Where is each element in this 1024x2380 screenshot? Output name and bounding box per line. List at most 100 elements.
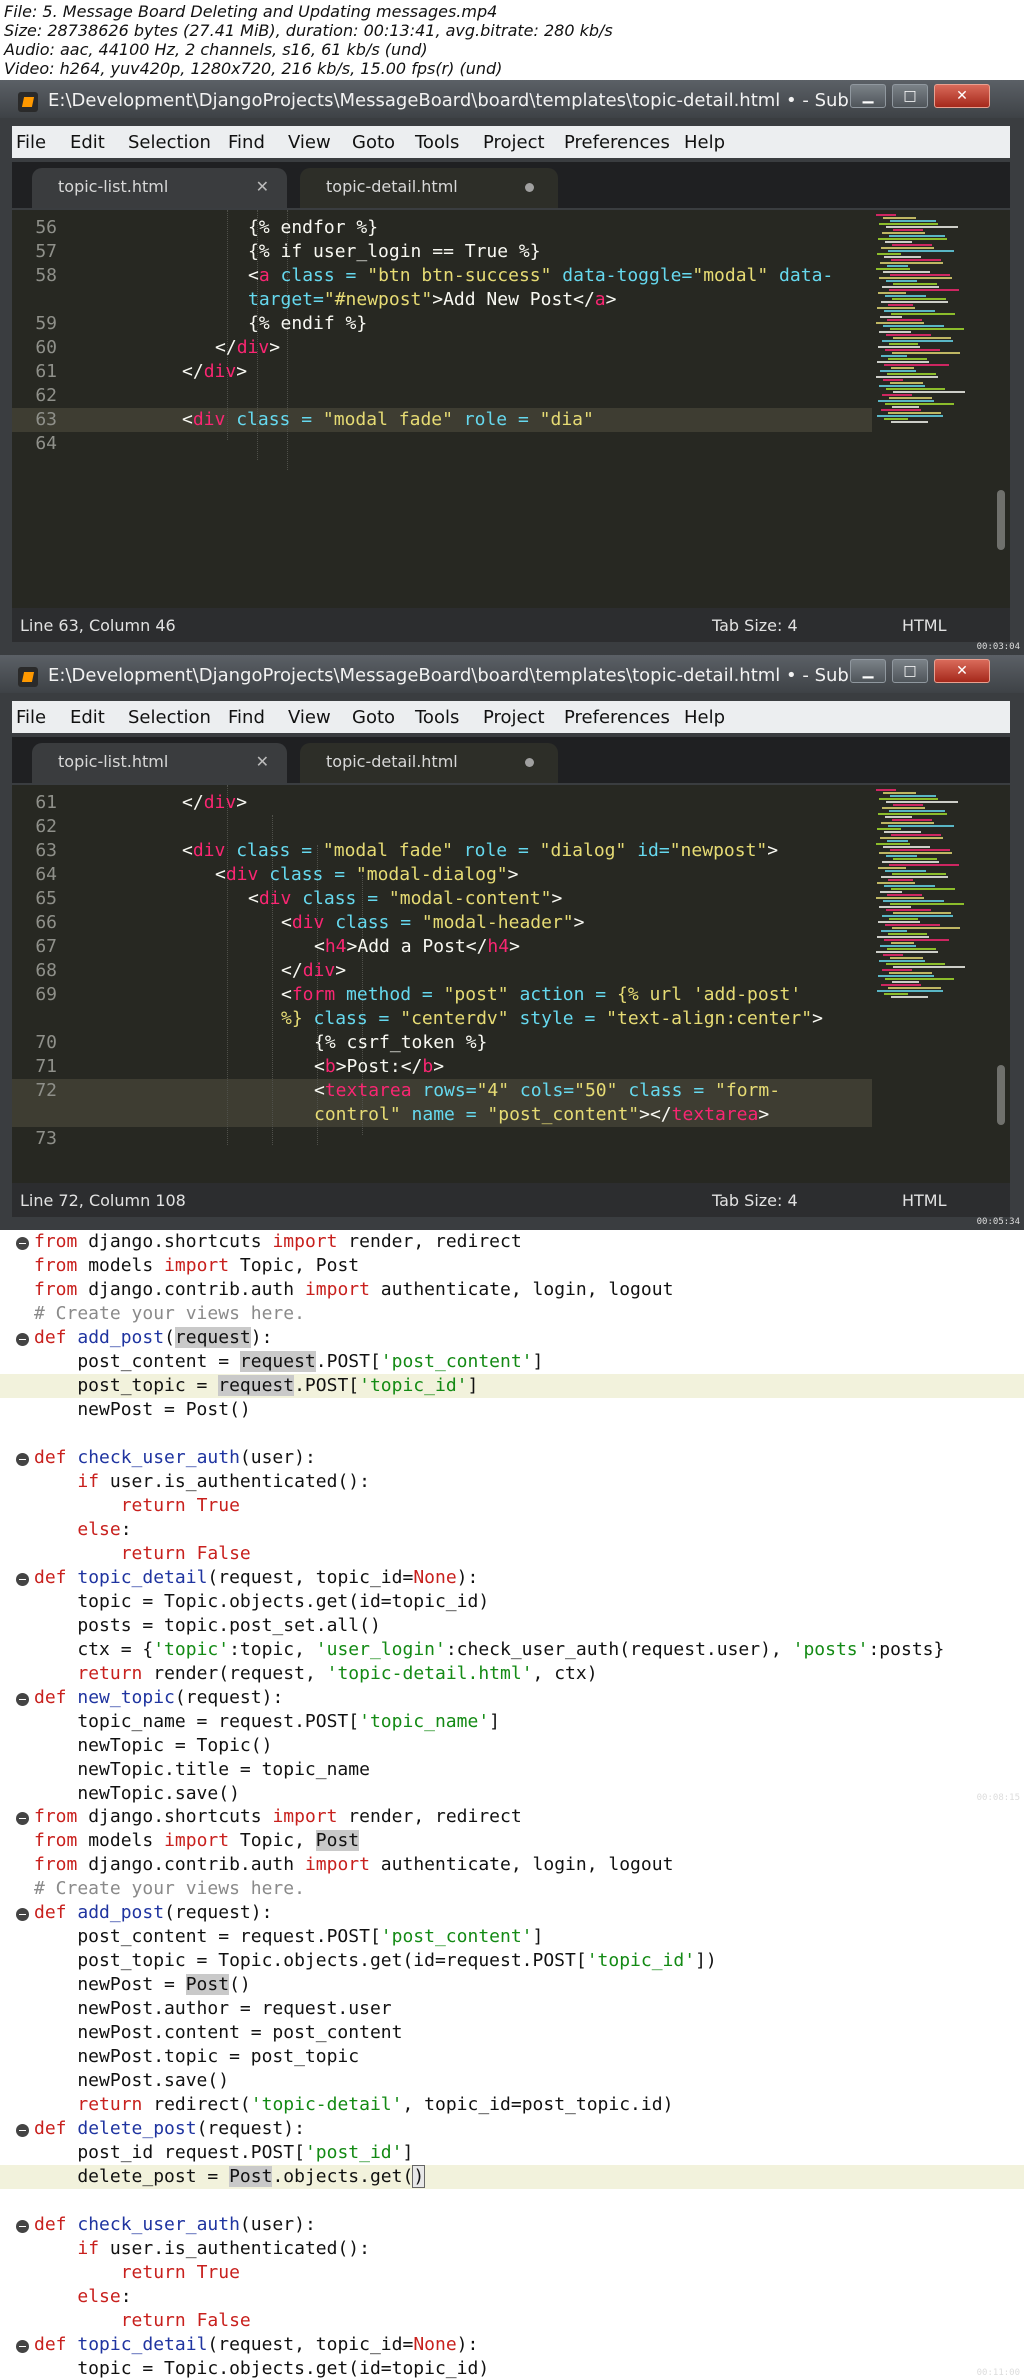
- minimap-line: [887, 840, 908, 842]
- vertical-scrollbar[interactable]: [997, 1065, 1005, 1125]
- menu-file[interactable]: File: [16, 707, 46, 728]
- fold-toggle-icon[interactable]: [16, 1453, 29, 1466]
- code-token: import: [164, 1830, 230, 1851]
- code-line: ctx = {'topic':topic, 'user_login':check…: [0, 1638, 1024, 1662]
- code-line: return redirect('topic-detail', topic_id…: [0, 2093, 1024, 2117]
- code-token: </: [182, 361, 204, 382]
- fold-toggle-icon[interactable]: [16, 2220, 29, 2233]
- tab-size-selector[interactable]: Tab Size: 4: [712, 616, 798, 635]
- maximize-button[interactable]: □: [892, 659, 928, 683]
- fold-toggle-icon[interactable]: [16, 1812, 29, 1825]
- code-token: ]: [489, 1711, 500, 1732]
- unsaved-dot-icon[interactable]: [525, 183, 534, 192]
- minimap[interactable]: [872, 210, 992, 608]
- fold-toggle-icon[interactable]: [16, 2340, 29, 2353]
- minimap-line: [881, 930, 907, 932]
- code-text: def add_post(request):: [34, 1326, 272, 1350]
- vertical-scrollbar[interactable]: [997, 490, 1005, 550]
- tab-label: topic-detail.html: [326, 752, 458, 771]
- menu-edit[interactable]: Edit: [70, 707, 105, 728]
- minimap-line: [877, 253, 901, 255]
- code-token: (): [229, 1974, 251, 1995]
- minimap-line: [882, 807, 925, 809]
- tab-topic-list[interactable]: topic-list.html ✕: [32, 168, 287, 208]
- menu-file[interactable]: File: [16, 132, 46, 153]
- line-number: 61: [35, 792, 57, 813]
- code-token: >Add New Post</: [432, 289, 595, 310]
- maximize-button[interactable]: □: [892, 84, 928, 108]
- code-editor[interactable]: 56 57 58 59 60 61 62 63 64 {% endfor %} {% if user…: [12, 210, 1010, 608]
- minimap-line: [886, 855, 917, 857]
- code-line: post_topic = request.POST['topic_id']: [0, 1374, 1024, 1398]
- tab-close-icon[interactable]: ✕: [256, 177, 269, 196]
- tab-topic-list[interactable]: topic-list.html ✕: [32, 743, 287, 783]
- python-code-view-2[interactable]: 00:11:00 from django.shortcuts import re…: [0, 1805, 1024, 2380]
- menu-preferences[interactable]: Preferences: [564, 707, 670, 728]
- fold-toggle-icon[interactable]: [16, 1573, 29, 1586]
- menu-selection[interactable]: Selection: [128, 132, 211, 153]
- code-token: class =: [225, 840, 323, 861]
- menu-find[interactable]: Find: [228, 132, 265, 153]
- tab-size-selector[interactable]: Tab Size: 4: [712, 1191, 798, 1210]
- menu-goto[interactable]: Goto: [352, 132, 395, 153]
- code-token: "post": [443, 984, 509, 1005]
- tab-close-icon[interactable]: ✕: [256, 752, 269, 771]
- minimap-line: [885, 349, 940, 351]
- minimap-line: [893, 858, 937, 860]
- minimap-line: [887, 319, 922, 321]
- code-token: >: [551, 888, 563, 909]
- code-token: >: [269, 337, 281, 358]
- code-token: 'topic_id': [586, 1950, 696, 1971]
- code-token: {% endfor %}: [248, 217, 379, 238]
- fold-toggle-icon[interactable]: [16, 2124, 29, 2137]
- code-token: div: [192, 409, 226, 430]
- menu-tools[interactable]: Tools: [415, 707, 459, 728]
- tab-topic-detail[interactable]: topic-detail.html: [300, 743, 558, 783]
- syntax-selector[interactable]: HTML: [902, 1191, 947, 1210]
- menu-help[interactable]: Help: [684, 132, 725, 153]
- code-token: a: [258, 265, 270, 286]
- fold-toggle-icon[interactable]: [16, 1237, 29, 1250]
- minimap[interactable]: [872, 785, 992, 1183]
- code-token: id=: [626, 840, 670, 861]
- menu-view[interactable]: View: [288, 707, 331, 728]
- menu-preferences[interactable]: Preferences: [564, 132, 670, 153]
- menu-goto[interactable]: Goto: [352, 707, 395, 728]
- code-token: 'post_id': [304, 2142, 403, 2163]
- fold-toggle-icon[interactable]: [16, 1693, 29, 1706]
- fold-toggle-icon[interactable]: [16, 1333, 29, 1346]
- menu-help[interactable]: Help: [684, 707, 725, 728]
- python-code-view-1[interactable]: 00:08:15 from django.shortcuts import re…: [0, 1230, 1024, 1805]
- minimize-button[interactable]: ▁: [850, 659, 886, 683]
- code-token: def: [34, 1902, 67, 1923]
- menu-tools[interactable]: Tools: [415, 132, 459, 153]
- menu-project[interactable]: Project: [483, 707, 545, 728]
- title-bar[interactable]: E:\Development\DjangoProjects\MessageBoa…: [0, 80, 1024, 118]
- code-token: 'post_content': [380, 1926, 533, 1947]
- code-token: >: [509, 936, 520, 957]
- fold-toggle-icon[interactable]: [16, 1908, 29, 1921]
- close-button[interactable]: ✕: [934, 84, 990, 108]
- code-token: <: [182, 840, 193, 861]
- menu-find[interactable]: Find: [228, 707, 265, 728]
- minimap-line: [890, 382, 923, 384]
- minimap-line: [892, 819, 932, 821]
- minimap-line: [890, 903, 964, 905]
- title-bar[interactable]: E:\Development\DjangoProjects\MessageBoa…: [0, 655, 1024, 693]
- menu-selection[interactable]: Selection: [128, 707, 211, 728]
- code-token: "modal": [692, 265, 769, 286]
- menu-project[interactable]: Project: [483, 132, 545, 153]
- menu-edit[interactable]: Edit: [70, 132, 105, 153]
- menu-view[interactable]: View: [288, 132, 331, 153]
- tab-topic-detail[interactable]: topic-detail.html: [300, 168, 558, 208]
- syntax-selector[interactable]: HTML: [902, 616, 947, 635]
- unsaved-dot-icon[interactable]: [525, 758, 534, 767]
- sublime-logo-icon: [18, 92, 38, 112]
- code-editor[interactable]: 61 62 63 64 65 66 67 68 69 70 71 72 73 </div> <div cla…: [12, 785, 1010, 1183]
- minimize-button[interactable]: ▁: [850, 84, 886, 108]
- minimap-line: [888, 933, 927, 935]
- close-button[interactable]: ✕: [934, 659, 990, 683]
- code-token: div: [192, 840, 226, 861]
